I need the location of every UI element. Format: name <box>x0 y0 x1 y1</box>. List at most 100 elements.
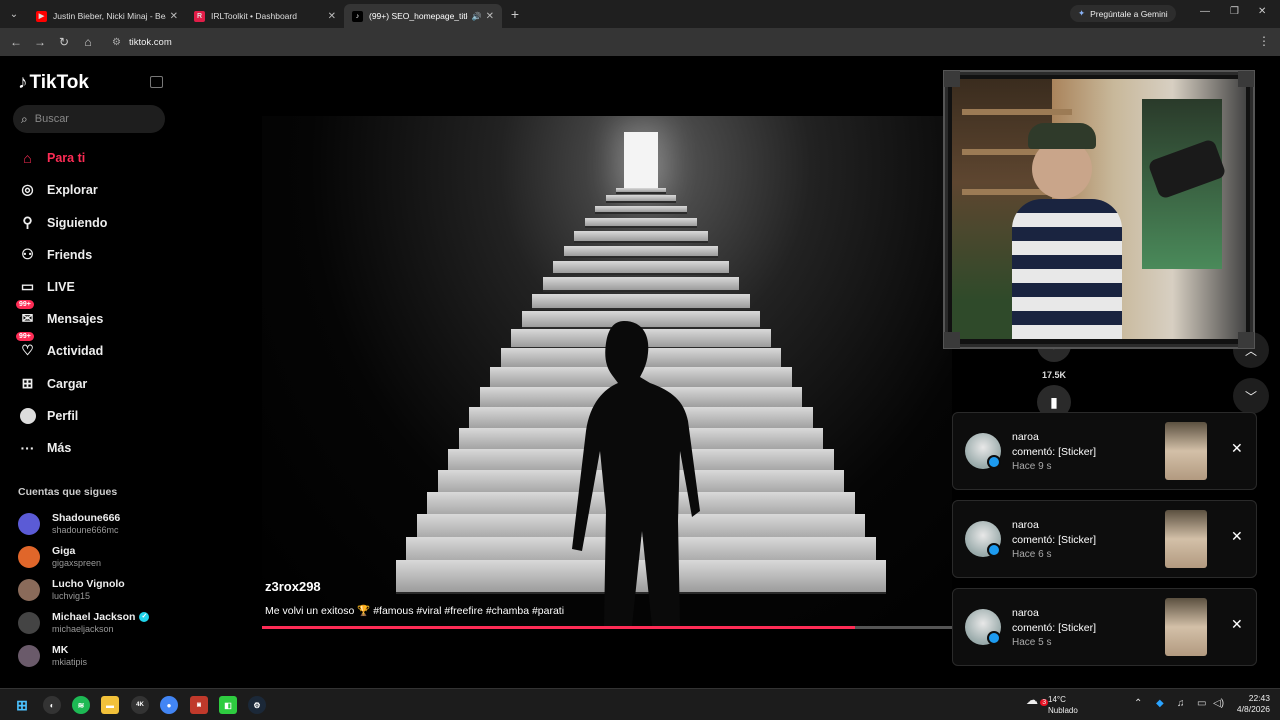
tab-title: Justin Bieber, Nicki Minaj - Beauty <box>53 11 166 21</box>
following-account[interactable]: Giga gigaxspreen <box>18 545 101 568</box>
nav-live[interactable]: ▭ LIVE <box>18 277 75 296</box>
account-handle: luchvig15 <box>52 591 91 601</box>
comment-notification[interactable]: naroa comentó: [Sticker] Hace 9 s ✕ <box>952 412 1257 490</box>
nav-actividad[interactable]: ♡ 99+ Actividad <box>16 332 103 360</box>
cloud-icon: ☁ <box>1026 693 1038 707</box>
clock[interactable]: 22:43 4/8/2026 <box>1226 693 1270 715</box>
tiktok-logo-icon: ♪ <box>18 72 28 93</box>
site-info-icon[interactable]: ⚙ <box>112 37 121 48</box>
more-icon: ··· <box>20 439 35 456</box>
collapse-sidebar-icon[interactable] <box>150 76 163 88</box>
forward-icon[interactable]: → <box>28 35 52 49</box>
nav-explorar[interactable]: ◎ Explorar <box>18 180 97 199</box>
restore-icon[interactable]: ❐ <box>1230 6 1239 17</box>
tab-tiktok[interactable]: ♪ (99+) SEO_homepage_title 🔊 ✕ <box>344 4 502 28</box>
new-tab-button[interactable]: + <box>502 6 528 22</box>
video-stair-step <box>595 205 687 215</box>
nav-friends[interactable]: ⚇ Friends <box>18 245 92 264</box>
frame-corner <box>1238 71 1254 87</box>
app-icon[interactable]: ▣ <box>190 696 208 714</box>
weather-desc: Nublado <box>1048 706 1078 715</box>
account-name: Lucho Vignolo <box>52 578 125 590</box>
video-stair-step <box>605 195 677 203</box>
windows-start-icon[interactable]: ⊞ <box>13 696 31 714</box>
close-window-icon[interactable]: ✕ <box>1258 6 1266 17</box>
video-stair-step <box>584 217 698 228</box>
notification-user: naroa <box>1012 519 1039 531</box>
network-icon[interactable]: ▭ <box>1197 698 1206 709</box>
spotify-icon[interactable]: ≋ <box>72 696 90 714</box>
tab-close-icon[interactable]: ✕ <box>328 11 336 22</box>
comment-notification[interactable]: naroa comentó: [Sticker] Hace 6 s ✕ <box>952 500 1257 578</box>
following-account[interactable]: Michael Jackson ✓ michaeljackson <box>18 611 150 634</box>
video-player[interactable] <box>262 116 952 626</box>
video-author[interactable]: z3rox298 <box>265 579 321 594</box>
chevron-up-icon[interactable]: ⌃ <box>1134 698 1142 709</box>
close-icon[interactable]: ✕ <box>1231 528 1243 545</box>
tab-irltoolkit[interactable]: R IRLToolkit • Dashboard ✕ <box>186 4 344 28</box>
reload-icon[interactable]: ↻ <box>52 35 76 49</box>
nav-para-ti[interactable]: ⌂ Para ti <box>18 148 85 167</box>
microphone-icon[interactable]: ♫ <box>1177 698 1185 709</box>
brand-name: TikTok <box>29 72 89 93</box>
tab-youtube[interactable]: ▶ Justin Bieber, Nicki Minaj - Beauty ✕ <box>28 4 186 28</box>
live-icon: ▭ <box>20 278 35 294</box>
steam-icon[interactable]: ⚙ <box>248 696 266 714</box>
app-icon[interactable]: ◧ <box>219 696 237 714</box>
nav-cargar[interactable]: ⊞ Cargar <box>18 374 88 393</box>
verified-icon: ✓ <box>139 612 150 622</box>
browser-menu-icon[interactable]: ⋮ <box>1258 34 1270 48</box>
volume-icon[interactable]: ◁) <box>1213 698 1224 709</box>
video-progress-fill <box>262 626 856 629</box>
notification-message: comentó: [Sticker] <box>1012 446 1097 458</box>
tab-search-chevron-icon[interactable]: ⌄ <box>0 0 28 28</box>
search-placeholder: Buscar <box>34 113 69 125</box>
file-explorer-icon[interactable]: ▬ <box>101 696 119 714</box>
tiktok-logo[interactable]: ♪ TikTok <box>18 72 89 94</box>
nav-siguiendo[interactable]: ⚲ Siguiendo <box>18 213 107 232</box>
video-door-light <box>624 132 658 188</box>
minimize-icon[interactable]: — <box>1200 6 1210 17</box>
tab-close-icon[interactable]: ✕ <box>486 11 494 22</box>
gemini-button[interactable]: ✦ Pregúntale a Gemini <box>1070 5 1176 22</box>
following-account[interactable]: Lucho Vignolo luchvig15 <box>18 578 125 601</box>
security-icon[interactable]: ◆ <box>1156 698 1164 709</box>
friends-icon: ⚇ <box>21 246 34 262</box>
video-stair-step <box>532 293 750 311</box>
tab-close-icon[interactable]: ✕ <box>170 11 178 22</box>
notification-time: Hace 9 s <box>1012 461 1052 472</box>
nav-mensajes[interactable]: ✉ 99+ Mensajes <box>16 300 103 328</box>
url-text: tiktok.com <box>128 36 172 48</box>
video-stair-step <box>563 245 719 259</box>
weather-widget[interactable]: ☁ 3 14°C Nublado <box>1026 693 1078 715</box>
next-video-button[interactable]: ﹀ <box>1233 378 1269 414</box>
close-icon[interactable]: ✕ <box>1231 440 1243 457</box>
weather-badge: 3 <box>1040 699 1049 706</box>
verified-icon <box>987 455 1001 469</box>
notification-message: comentó: [Sticker] <box>1012 534 1097 546</box>
avatar <box>18 611 40 634</box>
verified-icon <box>987 631 1001 645</box>
speaker-icon[interactable]: 🔊 <box>472 12 482 21</box>
back-icon[interactable]: ← <box>4 35 28 49</box>
chrome-icon[interactable]: ● <box>160 696 178 714</box>
nav-mas[interactable]: ··· Más <box>18 438 72 457</box>
comment-notification[interactable]: naroa comentó: [Sticker] Hace 5 s ✕ <box>952 588 1257 666</box>
tiktok-icon: ♪ <box>352 10 363 22</box>
nav-label: LIVE <box>47 279 75 294</box>
app-icon[interactable]: ◐ <box>43 696 61 714</box>
youtube-icon: ▶ <box>36 10 47 22</box>
nav-perfil[interactable]: Perfil <box>18 406 78 425</box>
following-icon: ⚲ <box>22 214 33 230</box>
webcam-scene <box>952 79 1246 339</box>
close-icon[interactable]: ✕ <box>1231 616 1243 633</box>
home-icon[interactable]: ⌂ <box>76 35 100 49</box>
4k-app-icon[interactable]: 4K <box>131 696 149 714</box>
search-input[interactable]: ⌕ Buscar <box>13 105 165 133</box>
video-stair-step <box>553 260 729 275</box>
notification-thumbnail <box>1165 510 1207 568</box>
address-bar[interactable]: ⚙ tiktok.com <box>112 31 172 53</box>
following-account[interactable]: MK mkiatipis <box>18 644 87 667</box>
video-progress-bar[interactable] <box>262 626 952 629</box>
following-account[interactable]: Shadoune666 shadoune666mc <box>18 512 120 535</box>
